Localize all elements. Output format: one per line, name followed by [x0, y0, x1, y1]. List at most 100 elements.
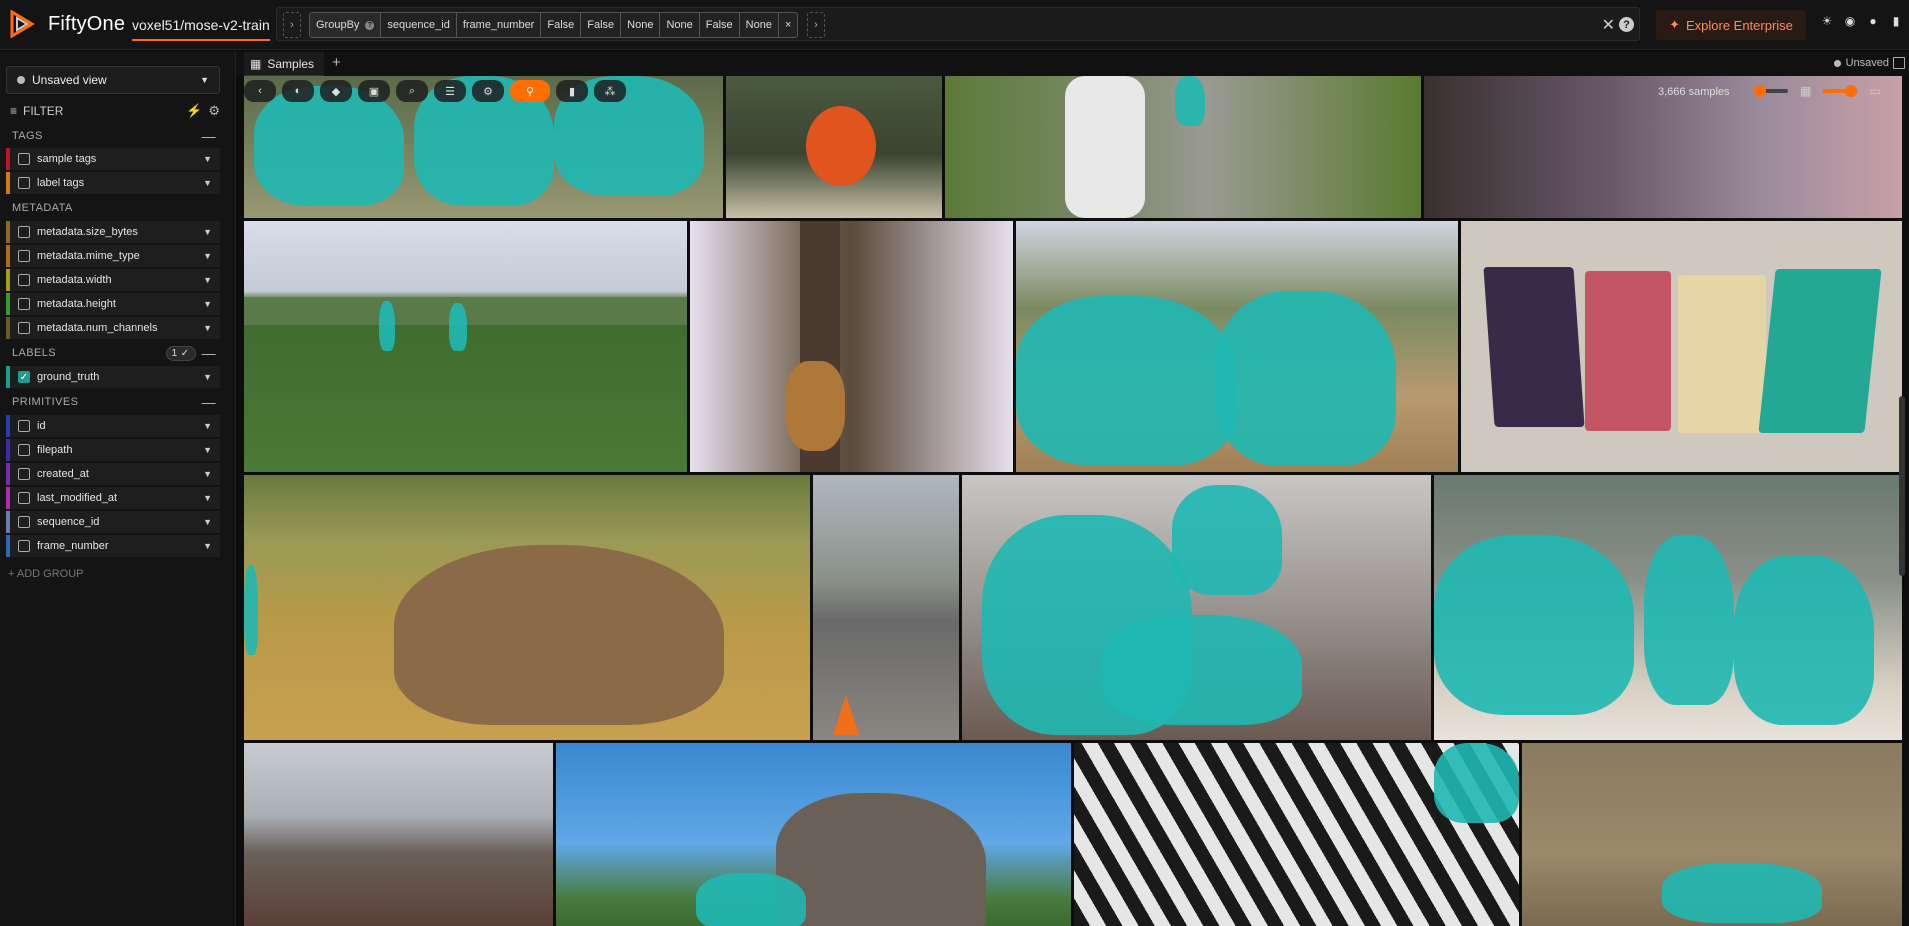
group-header-primitives[interactable]: PRIMITIVES —: [6, 392, 220, 412]
field-checkbox-checked[interactable]: ✓: [18, 371, 30, 383]
field-checkbox[interactable]: [18, 516, 30, 528]
view-bar-help-icon[interactable]: ?: [1619, 17, 1634, 32]
sample-tile[interactable]: [726, 76, 942, 218]
field-row-metadata-num-channels[interactable]: metadata.num_channels ▼: [6, 317, 220, 339]
chevron-down-icon[interactable]: ▼: [203, 445, 212, 455]
browse-operations-icon[interactable]: ⚲: [510, 80, 550, 102]
split-panel-icon[interactable]: [1893, 57, 1905, 69]
stage-param[interactable]: False: [700, 13, 740, 37]
field-checkbox[interactable]: [18, 153, 30, 165]
sample-tile[interactable]: [244, 743, 553, 926]
chevron-down-icon[interactable]: ▼: [203, 275, 212, 285]
field-row-created-at[interactable]: created_at ▼: [6, 463, 220, 485]
embeddings-icon[interactable]: ⁂: [594, 80, 626, 102]
sample-tile[interactable]: [244, 475, 810, 740]
field-row-filepath[interactable]: filepath ▼: [6, 439, 220, 461]
field-checkbox[interactable]: [18, 298, 30, 310]
field-checkbox[interactable]: [18, 274, 30, 286]
field-row-metadata-size-bytes[interactable]: metadata.size_bytes ▼: [6, 221, 220, 243]
color-palette-icon[interactable]: ◐: [282, 80, 314, 102]
add-group-button[interactable]: + ADD GROUP: [8, 568, 84, 580]
field-checkbox[interactable]: [18, 444, 30, 456]
field-checkbox[interactable]: [18, 468, 30, 480]
group-header-tags[interactable]: TAGS —: [6, 126, 220, 146]
stage-param[interactable]: False: [581, 13, 622, 37]
field-checkbox[interactable]: [18, 177, 30, 189]
stage-param[interactable]: sequence_id: [381, 13, 457, 37]
collapse-icon[interactable]: —: [202, 128, 220, 144]
chevron-down-icon[interactable]: ▼: [203, 251, 212, 261]
stage-param[interactable]: None: [621, 13, 661, 37]
chevron-down-icon[interactable]: ▼: [203, 372, 212, 382]
chevron-down-icon[interactable]: ▼: [203, 517, 212, 527]
clear-view-icon[interactable]: ✕: [1602, 15, 1615, 35]
field-row-metadata-width[interactable]: metadata.width ▼: [6, 269, 220, 291]
field-checkbox[interactable]: [18, 322, 30, 334]
sample-tile[interactable]: [813, 475, 959, 740]
chevron-down-icon[interactable]: ▼: [203, 227, 212, 237]
sample-tile[interactable]: [1461, 221, 1902, 472]
tag-icon[interactable]: ◆: [320, 80, 352, 102]
sample-tile[interactable]: [962, 475, 1431, 740]
sample-tile[interactable]: [556, 743, 1071, 926]
sample-tile[interactable]: [945, 76, 1421, 218]
grid-layout-icon[interactable]: ▦: [1800, 84, 1811, 98]
field-checkbox[interactable]: [18, 420, 30, 432]
chevron-down-icon[interactable]: ▼: [203, 154, 212, 164]
collapse-icon[interactable]: —: [202, 345, 220, 361]
sample-tile[interactable]: [1522, 743, 1902, 926]
sort-list-icon[interactable]: ☰: [434, 80, 466, 102]
fullscreen-icon[interactable]: ▭: [1869, 84, 1880, 98]
stage-close-icon[interactable]: ×: [779, 13, 797, 37]
field-row-sequence-id[interactable]: sequence_id ▼: [6, 511, 220, 533]
chevron-down-icon[interactable]: ▼: [203, 469, 212, 479]
field-checkbox[interactable]: [18, 250, 30, 262]
theme-sun-icon[interactable]: ☀: [1820, 14, 1834, 28]
zoom-slider-b[interactable]: [1823, 85, 1858, 97]
add-tab-button[interactable]: +: [332, 54, 341, 71]
sample-tile[interactable]: [244, 221, 687, 472]
field-row-sample-tags[interactable]: sample tags ▼: [6, 148, 220, 170]
chevron-down-icon[interactable]: ▼: [203, 178, 212, 188]
saved-view-select[interactable]: Unsaved view ▼: [6, 66, 220, 94]
groupby-stage[interactable]: GroupBy ? sequence_id frame_number False…: [309, 12, 799, 38]
tab-samples[interactable]: ▦ Samples: [244, 52, 325, 76]
group-header-metadata[interactable]: METADATA: [6, 198, 220, 218]
group-header-labels[interactable]: LABELS 1 ✓ —: [6, 343, 220, 363]
view-bar-right-arrow-icon[interactable]: ›: [807, 12, 825, 38]
view-bar-left-arrow-icon[interactable]: ›: [283, 12, 301, 38]
sample-tile[interactable]: [1074, 743, 1519, 926]
gear-icon[interactable]: ⚙: [208, 103, 220, 119]
lightning-icon[interactable]: ⚡: [186, 103, 202, 119]
chevron-down-icon[interactable]: ▼: [203, 541, 212, 551]
fiftyone-logo-icon[interactable]: [6, 8, 38, 40]
stage-name[interactable]: GroupBy ?: [310, 13, 382, 37]
collapse-sidebar-icon[interactable]: ‹: [244, 80, 276, 102]
field-row-metadata-mime-type[interactable]: metadata.mime_type ▼: [6, 245, 220, 267]
explore-enterprise-button[interactable]: ✦ Explore Enterprise: [1656, 10, 1806, 40]
sample-tile[interactable]: [1434, 475, 1902, 740]
field-checkbox[interactable]: [18, 492, 30, 504]
labels-count-badge[interactable]: 1 ✓: [165, 345, 196, 361]
dataset-name[interactable]: voxel51/mose-v2-train: [132, 17, 270, 41]
field-row-id[interactable]: id ▼: [6, 415, 220, 437]
discord-icon[interactable]: ◉: [1843, 14, 1857, 28]
stage-help-icon[interactable]: ?: [365, 20, 375, 30]
view-bar[interactable]: › GroupBy ? sequence_id frame_number Fal…: [276, 7, 1640, 41]
chevron-down-icon[interactable]: ▼: [203, 421, 212, 431]
sample-tile[interactable]: [690, 221, 1013, 472]
sample-tile[interactable]: [1016, 221, 1458, 472]
settings-gear-icon[interactable]: ⚙: [472, 80, 504, 102]
chevron-down-icon[interactable]: ▼: [203, 493, 212, 503]
zoom-slider-a[interactable]: [1754, 85, 1788, 97]
stage-param[interactable]: False: [541, 13, 582, 37]
grid-scrollbar[interactable]: [1899, 396, 1905, 576]
brand-name[interactable]: FiftyOne: [48, 13, 125, 36]
field-checkbox[interactable]: [18, 540, 30, 552]
patches-icon[interactable]: ▣: [358, 80, 390, 102]
similarity-search-icon[interactable]: ⌕: [396, 80, 428, 102]
docs-book-icon[interactable]: ▮: [1889, 14, 1903, 28]
field-row-frame-number[interactable]: frame_number ▼: [6, 535, 220, 557]
field-row-metadata-height[interactable]: metadata.height ▼: [6, 293, 220, 315]
stage-param[interactable]: None: [660, 13, 700, 37]
